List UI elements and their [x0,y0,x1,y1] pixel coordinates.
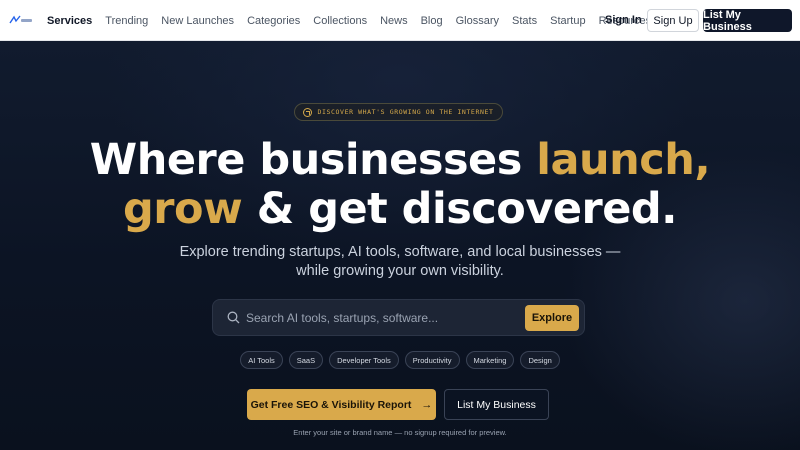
arrow-right-icon: → [421,398,433,411]
headline-1-white: Where businesses [89,135,523,185]
badge-text: DISCOVER WHAT'S GROWING ON THE INTERNET [317,108,494,116]
seo-report-button[interactable]: Get Free SEO & Visibility Report → [247,389,436,420]
list-business-button[interactable]: List My Business [444,389,549,420]
chip-design[interactable]: Design [520,351,560,369]
nav-link-stats[interactable]: Stats [512,15,537,27]
search-icon [227,311,240,324]
subtitle-line-2: while growing your own visibility. [296,263,504,279]
category-chips: AI Tools SaaS Developer Tools Productivi… [0,351,800,369]
headline-1-gold: launch, [536,135,711,185]
headline-2-gold: grow [122,184,243,234]
list-business-nav-button[interactable]: List My Business [703,9,792,33]
sign-in-link[interactable]: Sign In [605,14,642,26]
chip-saas[interactable]: SaaS [288,351,324,369]
sign-up-button[interactable]: Sign Up [647,9,699,32]
seo-report-label: Get Free SEO & Visibility Report [250,398,412,411]
nav-link-glossary[interactable]: Glossary [456,15,499,27]
explore-button[interactable]: Explore [525,305,579,331]
search-input[interactable] [246,310,516,326]
nav-link-new-launches[interactable]: New Launches [161,15,234,27]
nav-link-trending[interactable]: Trending [105,15,148,27]
top-nav: Services Trending New Launches Categorie… [0,0,800,41]
nav-link-blog[interactable]: Blog [421,15,443,27]
chip-developer-tools[interactable]: Developer Tools [329,351,399,369]
subtitle-line-1: Explore trending startups, AI tools, sof… [179,244,621,260]
headline-2-white: & get discovered. [256,184,678,234]
chip-marketing[interactable]: Marketing [465,351,515,369]
nav-links: Services Trending New Launches Categorie… [47,0,664,41]
headline-line-2: grow & get discovered. [0,183,800,235]
chip-ai-tools[interactable]: AI Tools [240,351,283,369]
compass-icon [303,107,313,117]
preview-note: Enter your site or brand name — no signu… [293,428,507,437]
nav-link-collections[interactable]: Collections [313,15,367,27]
search-bar: Explore [212,299,585,336]
nav-link-categories[interactable]: Categories [247,15,300,27]
nav-link-services[interactable]: Services [47,15,92,27]
nav-link-news[interactable]: News [380,15,408,27]
discover-badge: DISCOVER WHAT'S GROWING ON THE INTERNET [294,103,503,121]
logo-icon [9,15,32,24]
nav-link-startup[interactable]: Startup [550,15,585,27]
chip-productivity[interactable]: Productivity [404,351,460,369]
headline-line-1: Where businesses launch, [0,134,800,186]
logo[interactable] [9,15,33,25]
